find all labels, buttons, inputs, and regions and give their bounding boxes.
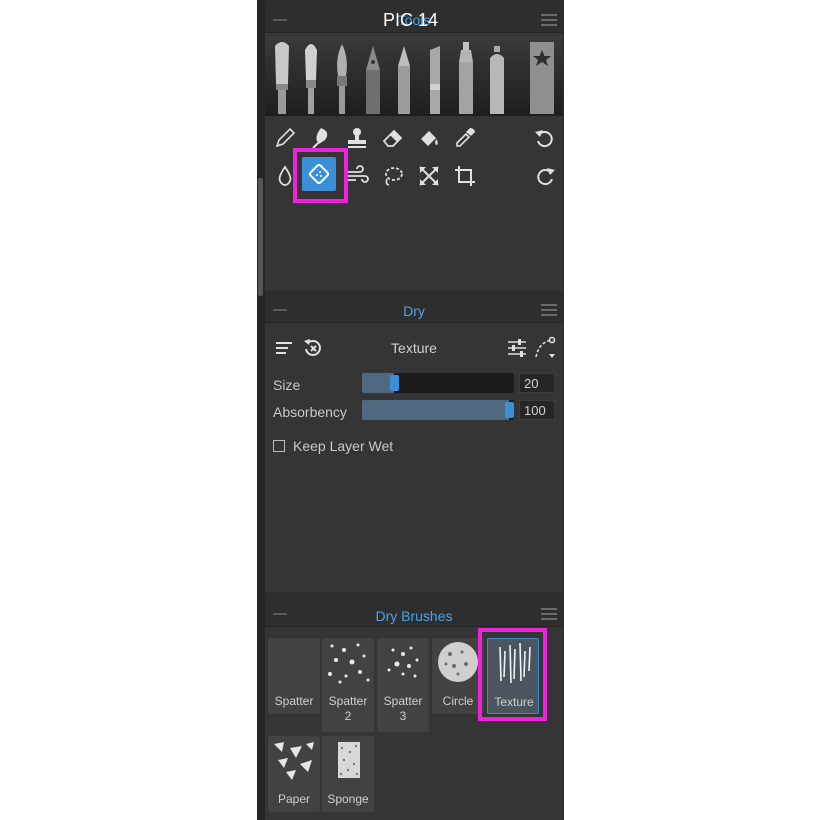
scrollbar-thumb[interactable] — [258, 178, 263, 296]
highlight-box-dry-tool — [293, 148, 348, 203]
tile-label: Spatter — [274, 694, 314, 708]
absorbency-slider[interactable] — [362, 400, 514, 420]
keep-layer-wet-checkbox[interactable] — [273, 440, 285, 452]
keep-layer-wet-label: Keep Layer Wet — [293, 438, 394, 454]
dry-panel-header: Dry — [265, 298, 563, 323]
fill-tool-icon[interactable] — [417, 126, 441, 150]
brush-tile-paper[interactable]: Paper — [268, 736, 320, 812]
pastel-icon[interactable] — [424, 40, 446, 114]
eraser-tool-icon[interactable] — [381, 126, 405, 150]
redo-icon[interactable] — [533, 164, 557, 188]
spatter-3-preview — [379, 640, 427, 686]
favorites-bookmark-icon[interactable] — [528, 40, 556, 114]
brush-tile-sponge[interactable]: Sponge — [322, 736, 374, 812]
panel-menu-icon[interactable] — [541, 304, 557, 316]
crop-tool-icon[interactable] — [453, 164, 477, 188]
sliders-settings-icon[interactable] — [505, 336, 529, 360]
brush-wide-icon[interactable] — [271, 40, 293, 114]
transform-tool-icon[interactable] — [417, 164, 441, 188]
spatter-preview — [270, 640, 318, 686]
paper-preview — [270, 738, 318, 784]
size-label: Size — [273, 377, 301, 393]
sponge-preview — [324, 738, 372, 784]
tile-label: Paper — [277, 792, 311, 806]
tile-label: Spatter 3 — [383, 694, 423, 723]
blow-tool-icon[interactable] — [345, 164, 369, 188]
pressure-curve-icon[interactable] — [533, 336, 557, 360]
size-slider[interactable] — [362, 373, 514, 393]
brush-tile-spatter-3[interactable]: Spatter 3 — [377, 638, 429, 732]
nib-pen-icon[interactable] — [362, 40, 384, 114]
dry-brushes-panel-header: Dry Brushes — [265, 602, 563, 627]
pencil-icon[interactable] — [393, 40, 415, 114]
tile-label: Circle — [442, 694, 474, 708]
panel-menu-icon[interactable] — [541, 608, 557, 620]
undo-icon[interactable] — [533, 126, 557, 150]
brush-tile-spatter-2[interactable]: Spatter 2 — [322, 638, 374, 732]
brush-round-icon[interactable] — [300, 40, 322, 114]
absorbency-label: Absorbency — [273, 404, 347, 420]
size-value-field[interactable]: 20 — [519, 373, 555, 393]
tile-label: Spatter 2 — [328, 694, 368, 723]
brush-tile-spatter[interactable]: Spatter — [268, 638, 320, 714]
size-slider-handle[interactable] — [390, 375, 399, 391]
dry-panel: Dry Texture Size 20 Absorbency 100 Keep … — [265, 298, 563, 592]
left-scrollbar[interactable] — [257, 0, 265, 820]
spatter-2-preview — [324, 640, 372, 686]
marker-icon[interactable] — [455, 40, 477, 114]
brush-pointed-icon[interactable] — [331, 40, 353, 114]
overlay-caption: PIC 14 — [382, 10, 439, 30]
circle-preview — [434, 640, 482, 686]
dry-panel-title: Dry — [403, 303, 425, 319]
eyedropper-tool-icon[interactable] — [453, 126, 477, 150]
spray-can-icon[interactable] — [486, 40, 508, 114]
absorbency-slider-fill — [362, 400, 509, 420]
dry-brushes-panel-title: Dry Brushes — [375, 608, 453, 624]
stamp-tool-icon[interactable] — [345, 126, 369, 150]
brush-strip — [265, 36, 563, 116]
absorbency-slider-handle[interactable] — [505, 402, 514, 418]
lasso-tool-icon[interactable] — [381, 164, 405, 188]
tile-label: Sponge — [327, 792, 369, 806]
brush-tile-circle[interactable]: Circle — [432, 638, 484, 714]
absorbency-value-field[interactable]: 100 — [519, 400, 555, 420]
smudge-tool-icon[interactable] — [309, 126, 333, 150]
pencil-tool-icon[interactable] — [273, 126, 297, 150]
highlight-box-texture-tile — [478, 628, 547, 721]
